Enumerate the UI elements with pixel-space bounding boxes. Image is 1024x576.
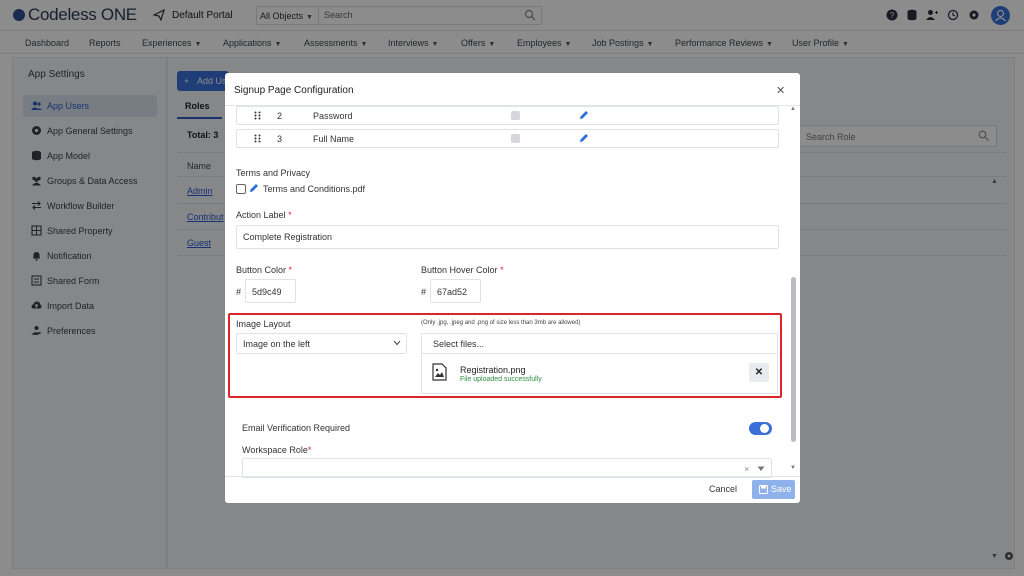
image-layout-label: Image Layout <box>236 319 291 329</box>
modal-title: Signup Page Configuration <box>234 85 354 96</box>
image-file-icon <box>432 363 447 381</box>
remove-file-button[interactable]: ✕ <box>749 363 769 382</box>
drag-handle-icon[interactable] <box>254 111 261 120</box>
terms-label: Terms and Privacy <box>236 168 311 178</box>
email-verification-label: Email Verification Required <box>242 423 351 433</box>
pencil-icon[interactable] <box>249 183 259 193</box>
divider <box>421 353 778 354</box>
scroll-down-arrow[interactable]: ▼ <box>790 465 796 471</box>
terms-checkbox[interactable] <box>236 184 246 194</box>
row-number: 2 <box>277 111 283 121</box>
scroll-up-arrow[interactable]: ▲ <box>790 106 796 112</box>
terms-file-link[interactable]: Terms and Conditions.pdf <box>263 184 365 194</box>
file-status: File uploaded successfully <box>460 376 542 383</box>
pencil-icon[interactable] <box>579 110 589 120</box>
upload-hint: (Only .jpg, .jpeg and .png of size less … <box>421 320 581 326</box>
hover-color-value: 67ad52 <box>437 287 468 297</box>
button-color-value: 5d9c49 <box>252 287 282 297</box>
action-label-label: Action Label * <box>236 210 292 220</box>
file-name: Registration.png <box>460 365 526 375</box>
workspace-role-label: Workspace Role* <box>242 445 312 455</box>
hover-color-label: Button Hover Color * <box>421 265 504 275</box>
close-icon: ✕ <box>754 367 764 378</box>
close-icon[interactable]: ✕ <box>776 84 785 97</box>
row-number: 3 <box>277 134 283 144</box>
divider <box>225 476 800 477</box>
action-label-value: Complete Registration <box>243 232 333 242</box>
select-files-button[interactable]: Select files... <box>433 339 484 349</box>
save-button[interactable]: Save <box>752 480 795 499</box>
save-icon <box>759 485 768 494</box>
chevron-down-icon <box>393 340 401 346</box>
hash-prefix: # <box>421 287 427 297</box>
workspace-role-select[interactable] <box>242 458 772 478</box>
toggle-knob <box>760 424 769 433</box>
image-layout-value: Image on the left <box>243 339 311 349</box>
required-checkbox <box>511 134 520 143</box>
modal-scrollbar[interactable] <box>791 277 796 442</box>
caret-down-icon[interactable] <box>757 466 765 472</box>
hash-prefix: # <box>236 287 242 297</box>
cancel-button[interactable]: Cancel <box>704 481 742 498</box>
button-color-label: Button Color * <box>236 265 293 275</box>
field-name: Password <box>313 111 353 121</box>
required-checkbox <box>511 111 520 120</box>
drag-handle-icon[interactable] <box>254 134 261 143</box>
field-name: Full Name <box>313 134 355 144</box>
pencil-icon[interactable] <box>579 133 589 143</box>
clear-icon[interactable]: × <box>744 464 749 474</box>
